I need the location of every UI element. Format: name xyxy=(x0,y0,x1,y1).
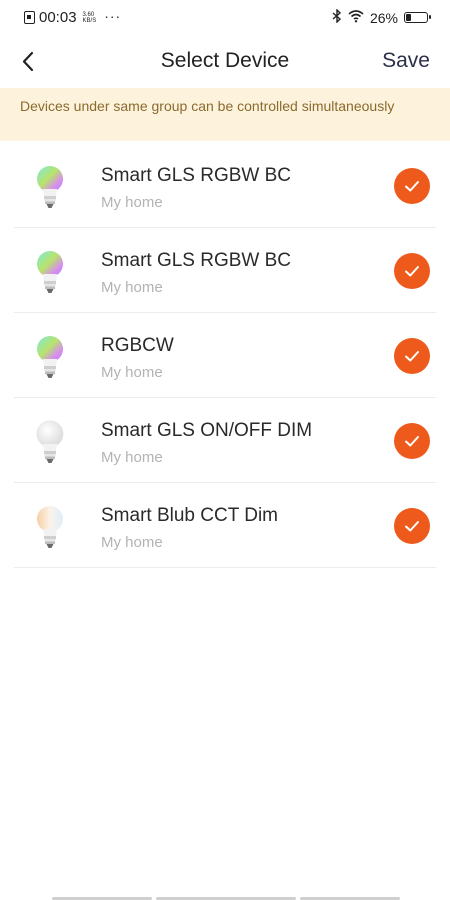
device-row[interactable]: Smart GLS RGBW BC My home xyxy=(0,143,450,228)
device-name: Smart Blub CCT Dim xyxy=(101,505,279,526)
device-room: My home xyxy=(101,534,163,551)
device-select-checkbox[interactable] xyxy=(394,423,430,459)
network-speed-unit: KB/S xyxy=(82,17,97,24)
device-room: My home xyxy=(101,279,163,296)
checkmark-icon xyxy=(405,351,419,362)
wifi-icon xyxy=(348,9,364,26)
device-name: Smart GLS RGBW BC xyxy=(101,165,292,186)
cct-bulb-icon xyxy=(33,503,67,551)
nav-header: Select Device Save xyxy=(0,34,450,88)
device-select-checkbox[interactable] xyxy=(394,508,430,544)
bottom-indicator xyxy=(0,894,450,900)
battery-level xyxy=(406,14,411,21)
status-right: 26% xyxy=(332,8,431,26)
group-notice-banner: Devices under same group can be controll… xyxy=(0,88,450,141)
device-list: Smart GLS RGBW BC My home Smart GLS RGBW B… xyxy=(0,143,450,568)
network-speed: 3.60 KB/S xyxy=(83,12,97,24)
device-name: Smart GLS ON/OFF DIM xyxy=(101,420,313,441)
more-notifications-icon: ··· xyxy=(104,7,122,24)
device-row[interactable]: RGBCW My home xyxy=(0,313,450,398)
device-select-checkbox[interactable] xyxy=(394,168,430,204)
device-select-checkbox[interactable] xyxy=(394,253,430,289)
device-select-checkbox[interactable] xyxy=(394,338,430,374)
bluetooth-icon xyxy=(332,8,342,26)
group-notice-text: Devices under same group can be controll… xyxy=(20,98,395,114)
device-row[interactable]: Smart GLS RGBW BC My home xyxy=(0,228,450,313)
device-name: Smart GLS RGBW BC xyxy=(101,250,292,271)
checkmark-icon xyxy=(405,436,419,447)
battery-percent: 26% xyxy=(369,9,398,26)
rgb-bulb-icon xyxy=(33,163,67,211)
checkmark-icon xyxy=(405,181,419,192)
sim-icon xyxy=(24,11,35,24)
device-name: RGBCW xyxy=(101,335,174,356)
status-bar: 00:03 3.60 KB/S ··· 26% xyxy=(0,0,450,34)
status-left: 00:03 3.60 KB/S ··· xyxy=(24,7,122,26)
device-row[interactable]: Smart Blub CCT Dim My home xyxy=(0,483,450,568)
rgb-bulb-icon xyxy=(33,248,67,296)
rgb-bulb-icon xyxy=(33,333,67,381)
checkmark-icon xyxy=(405,521,419,532)
status-time: 00:03 xyxy=(39,9,77,26)
device-room: My home xyxy=(101,194,163,211)
device-room: My home xyxy=(101,364,163,381)
device-room: My home xyxy=(101,449,163,466)
checkmark-icon xyxy=(405,266,419,277)
white-bulb-icon xyxy=(33,418,67,466)
save-button[interactable]: Save xyxy=(382,49,430,73)
row-divider xyxy=(14,567,436,568)
battery-icon xyxy=(404,12,431,23)
device-row[interactable]: Smart GLS ON/OFF DIM My home xyxy=(0,398,450,483)
